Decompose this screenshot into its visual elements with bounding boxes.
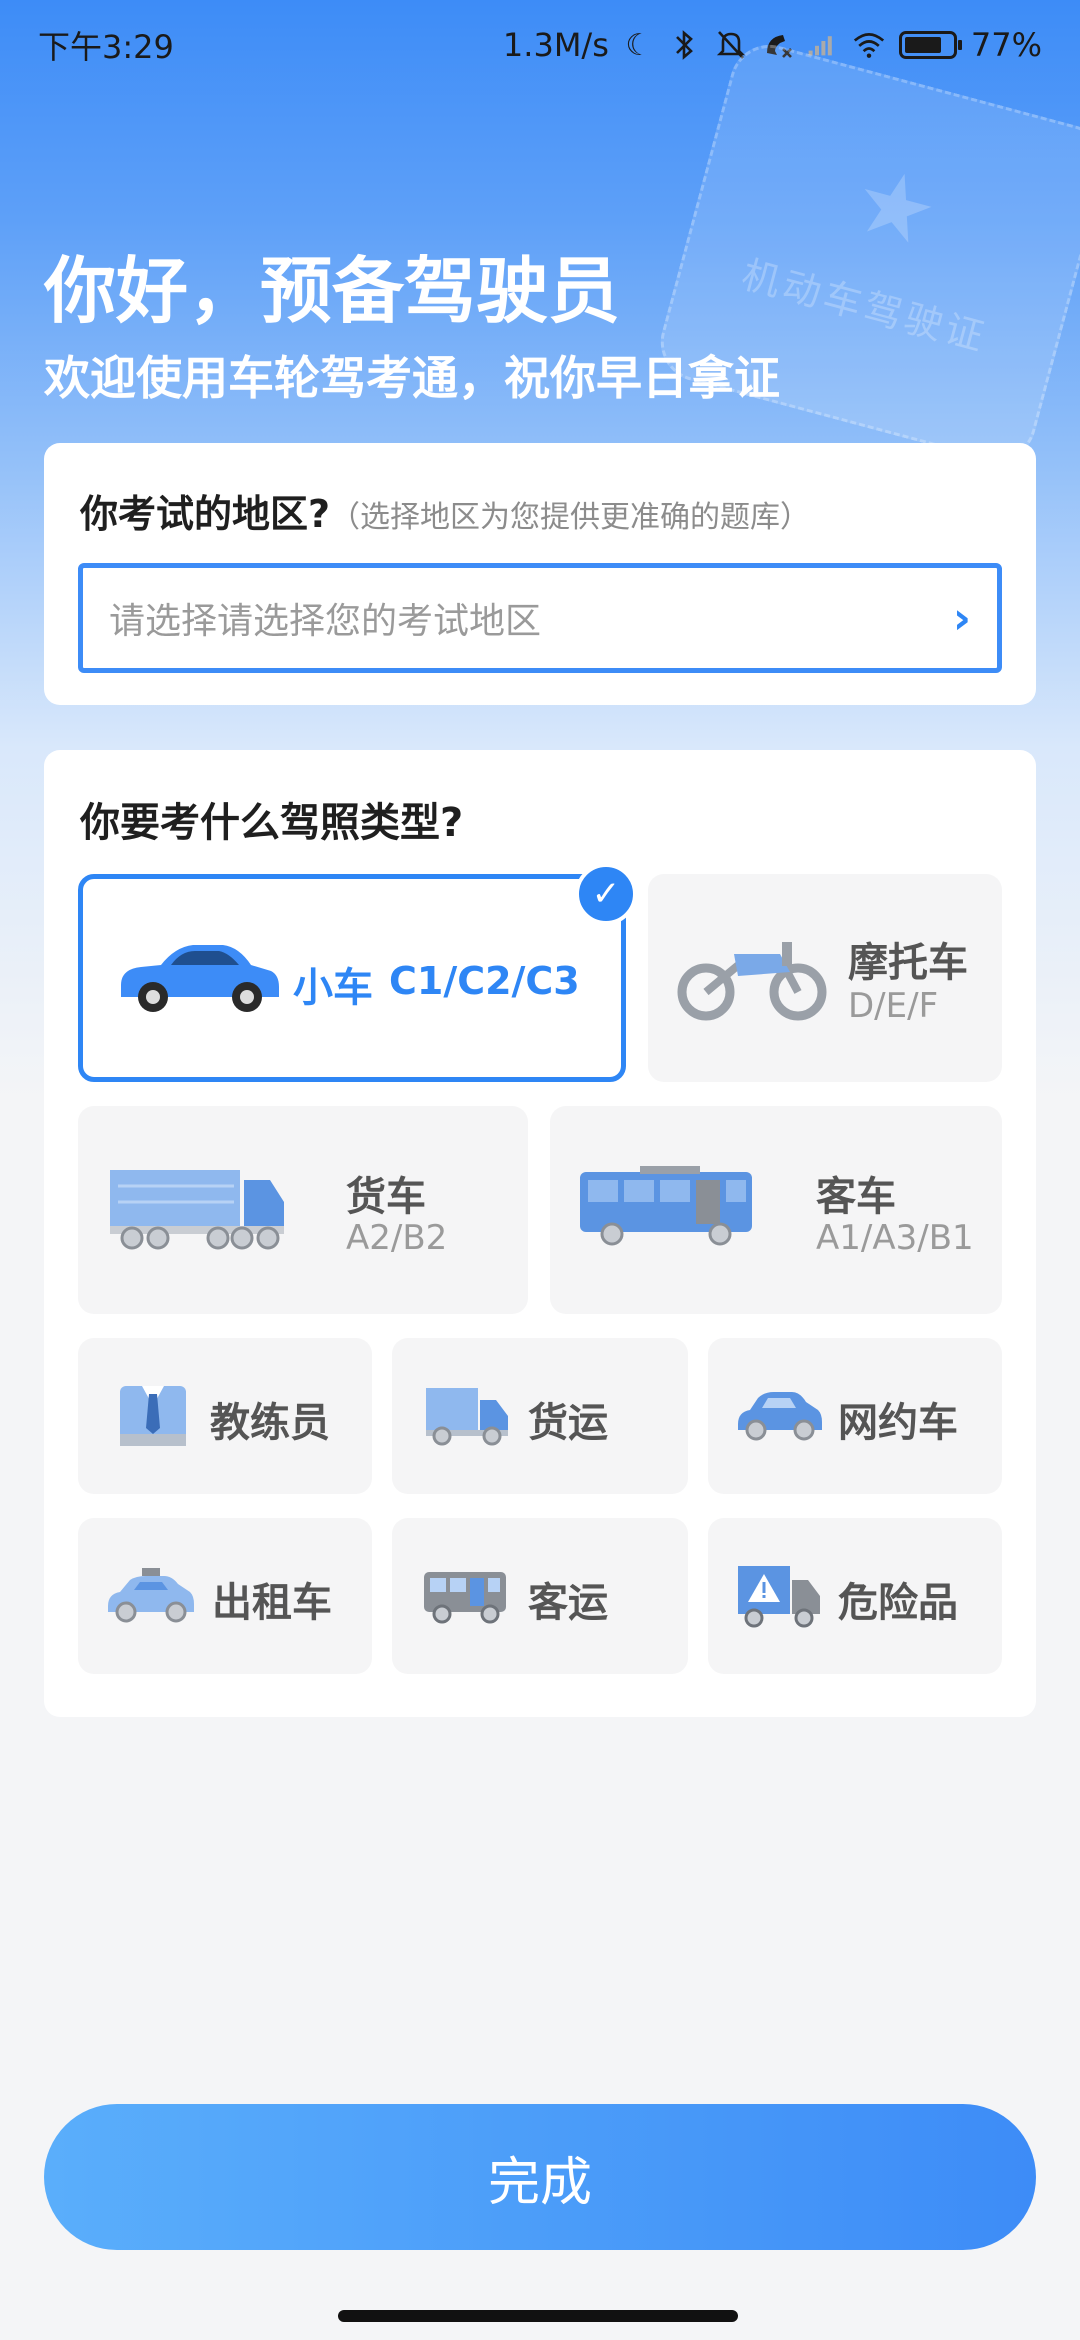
license-option-taxi[interactable]: 出租车	[78, 1518, 372, 1674]
done-button[interactable]: 完成	[44, 2104, 1036, 2250]
ride-hailing-car-icon	[738, 1392, 822, 1441]
region-question: 你考试的地区?	[80, 492, 331, 536]
license-type-title: 你要考什么驾照类型?	[80, 800, 464, 846]
license-option-bus-label: 客车	[816, 1174, 896, 1220]
license-option-car[interactable]: ✓ 小车 C1/C2/C3	[78, 863, 637, 1082]
net-speed: 1.3M/s	[502, 26, 609, 64]
truck-icon	[110, 1170, 284, 1250]
region-card: 你考试的地区?（选择地区为您提供更准确的题库） 请选择请选择您的考试地区 ›	[44, 443, 1036, 705]
car-icon	[121, 945, 279, 1012]
battery-percent: 77%	[970, 26, 1042, 64]
region-hint: （选择地区为您提供更准确的题库）	[330, 500, 811, 535]
license-option-truck-label: 货车	[346, 1174, 426, 1220]
chevron-right-icon: ›	[952, 592, 971, 644]
battery-icon	[898, 31, 962, 59]
star-icon: ★	[843, 146, 949, 269]
license-option-freight-label: 货运	[528, 1400, 608, 1446]
bluetooth-icon	[669, 29, 701, 61]
license-option-bus[interactable]: 客车 A1/A3/B1	[550, 1106, 1002, 1314]
license-option-car-label: 小车	[293, 965, 373, 1011]
welcome-subtitle: 欢迎使用车轮驾考通，祝你早日拿证	[44, 351, 780, 405]
license-option-hazmat[interactable]: 危险品	[708, 1518, 1002, 1674]
moon-icon: ☾	[625, 27, 653, 63]
license-option-coach-label: 教练员	[210, 1400, 330, 1446]
license-option-freight[interactable]: 货运	[392, 1338, 688, 1494]
license-option-ride-hailing[interactable]: 网约车	[708, 1338, 1002, 1494]
region-select-field[interactable]: 请选择请选择您的考试地区 ›	[78, 563, 1002, 673]
license-option-passenger-transport[interactable]: 客运	[392, 1518, 688, 1674]
license-option-taxi-label: 出租车	[212, 1580, 332, 1626]
license-option-ride-hailing-label: 网约车	[838, 1400, 958, 1446]
license-option-car-classes: C1/C2/C3	[389, 959, 580, 1003]
license-option-truck[interactable]: 货车 A2/B2	[78, 1106, 528, 1314]
motorcycle-icon	[677, 942, 827, 1021]
license-option-bus-classes: A1/A3/B1	[816, 1218, 974, 1258]
status-time: 下午3:29	[38, 28, 174, 66]
bus-icon	[580, 1166, 752, 1246]
home-indicator[interactable]	[338, 2310, 738, 2322]
license-option-coach[interactable]: 教练员	[78, 1338, 372, 1494]
license-option-truck-classes: A2/B2	[346, 1218, 448, 1258]
license-option-hazmat-label: 危险品	[838, 1580, 958, 1626]
status-bar: 下午3:29 1.3M/s ☾ 77%	[0, 0, 1080, 90]
license-type-card: 你要考什么驾照类型? ✓ 小车 C1/C2/C3 摩托车 D/E/F 货车 A2…	[44, 750, 1036, 1717]
wifi-icon	[853, 29, 885, 61]
hazmat-truck-icon	[738, 1566, 820, 1628]
taxi-icon	[108, 1568, 194, 1623]
coach-icon	[120, 1386, 186, 1446]
region-title: 你考试的地区?（选择地区为您提供更准确的题库）	[80, 483, 810, 538]
license-option-motorcycle-label: 摩托车	[848, 940, 968, 986]
check-icon: ✓	[575, 863, 637, 925]
freight-truck-icon	[426, 1388, 508, 1446]
passenger-bus-icon	[424, 1572, 506, 1624]
license-option-motorcycle-classes: D/E/F	[848, 986, 939, 1026]
license-option-passenger-transport-label: 客运	[528, 1580, 608, 1626]
license-option-motorcycle[interactable]: 摩托车 D/E/F	[648, 874, 1002, 1082]
region-placeholder: 请选择请选择您的考试地区	[109, 601, 542, 642]
greeting-title: 你好，预备驾驶员	[44, 249, 621, 333]
